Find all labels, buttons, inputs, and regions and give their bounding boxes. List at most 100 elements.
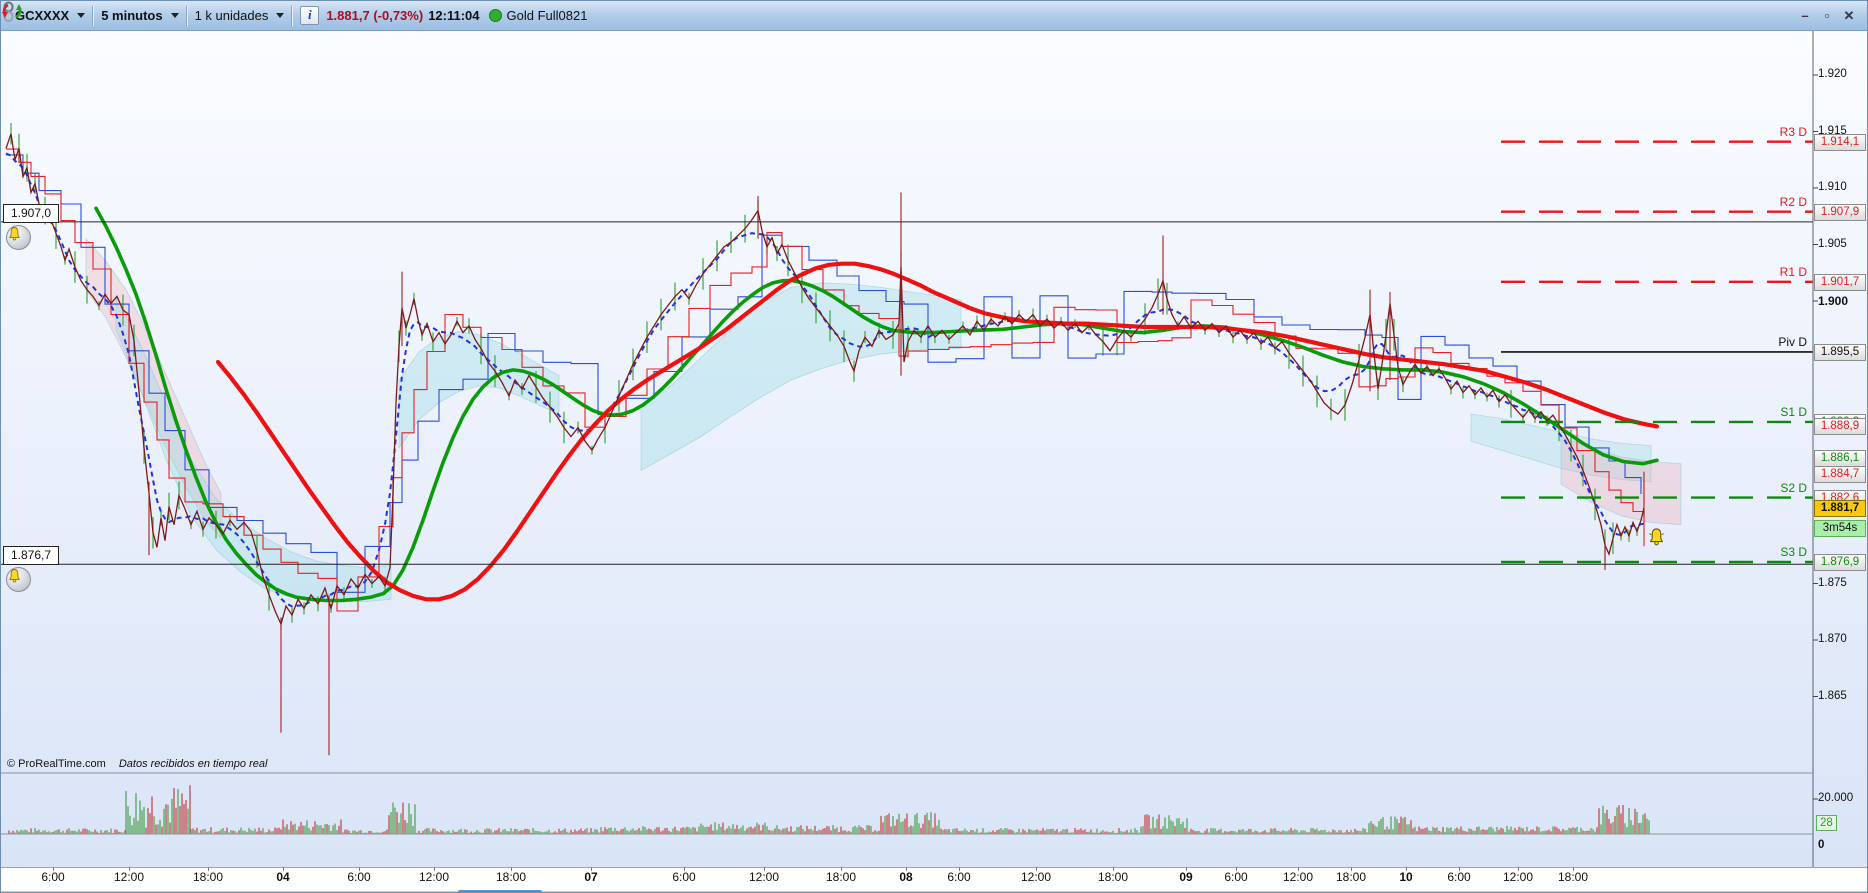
time-axis-tick xyxy=(434,867,435,871)
units-label: 1 k unidades xyxy=(194,8,269,23)
time-axis-tick xyxy=(1113,867,1114,871)
time-axis-label: 18:00 xyxy=(1335,870,1367,884)
quote-time: 12:11:04 xyxy=(428,8,480,23)
price-tick-label: 1.870 xyxy=(1818,633,1847,645)
volume-max-label: 20.000 xyxy=(1818,792,1854,804)
price-tick-label: 1.865 xyxy=(1818,689,1847,702)
chevron-down-icon xyxy=(170,13,179,18)
volume-zero-label: 0 xyxy=(1818,839,1825,851)
title-bar: GCXXXX 5 minutos 1 k unidades i 1.881,7 … xyxy=(1,1,1867,31)
time-axis-label: 12:00 xyxy=(418,870,450,884)
time-axis-tick xyxy=(208,867,209,871)
time-axis-label: 10 xyxy=(1399,870,1413,884)
chevron-down-icon xyxy=(276,13,285,18)
bar-countdown-badge: 3m54s xyxy=(1814,520,1866,538)
time-axis-label: 6:00 xyxy=(947,870,971,884)
copyright-text: © ProRealTime.com xyxy=(7,758,106,770)
minimize-button[interactable]: – xyxy=(1797,8,1813,24)
pivot-label: Piv D xyxy=(1778,334,1807,349)
pivot-label: S1 D xyxy=(1780,404,1807,419)
price-tick-label: 1.920 xyxy=(1818,68,1847,80)
pivot-label: R1 D xyxy=(1779,264,1807,279)
level-price-badge: 1.901,7 xyxy=(1814,273,1866,291)
level-price-badge: 1.907,9 xyxy=(1814,203,1866,221)
time-axis-tick xyxy=(1236,867,1237,871)
time-axis-label: 08 xyxy=(899,870,913,884)
level-price-badge: 1.876,9 xyxy=(1814,554,1866,572)
alarm-bell-icon xyxy=(9,569,20,583)
alarm-price-label: 1.907,0 xyxy=(3,203,59,223)
time-axis-label: 6:00 xyxy=(347,870,371,884)
time-axis-tick xyxy=(359,867,360,871)
time-axis-tick xyxy=(283,867,284,871)
feed-status-text: Datos recibidos en tiempo real xyxy=(118,758,268,770)
time-axis-tick xyxy=(764,867,765,871)
time-axis-tick xyxy=(591,867,592,871)
time-axis-tick xyxy=(1406,867,1407,871)
time-axis-label: 18:00 xyxy=(1097,870,1129,884)
price-tick-label: 1.875 xyxy=(1818,576,1847,589)
time-axis-tick xyxy=(1298,867,1299,871)
time-axis-label: 12:00 xyxy=(748,870,780,884)
time-axis-label: 18:00 xyxy=(495,870,527,884)
price-tick-label: 1.905 xyxy=(1818,237,1847,250)
time-axis-label: 04 xyxy=(276,870,290,884)
time-axis-label: 6:00 xyxy=(672,870,696,884)
info-icon[interactable]: i xyxy=(300,6,320,25)
last-price-badge: 1.881,7 xyxy=(1814,499,1866,517)
time-axis-tick xyxy=(1573,867,1574,871)
timeframe-label: 5 minutos xyxy=(101,8,163,23)
time-axis-label: 07 xyxy=(584,870,598,884)
level-price-badge: 1.914,1 xyxy=(1814,133,1866,151)
time-axis-tick xyxy=(511,867,512,871)
price-tick-label: 1.900 xyxy=(1818,294,1849,308)
time-axis-label: 6:00 xyxy=(1224,870,1248,884)
time-axis-tick xyxy=(1186,867,1187,871)
level-price-badge: 1.884,7 xyxy=(1814,465,1866,483)
pivot-label: R3 D xyxy=(1779,124,1807,139)
time-axis-label: 12:00 xyxy=(1282,870,1314,884)
chart-window: GCXXXX 5 minutos 1 k unidades i 1.881,7 … xyxy=(0,0,1868,893)
level-price-badge: 1.886,1 xyxy=(1814,450,1866,468)
pivot-label: S3 D xyxy=(1780,545,1807,560)
time-axis-tick xyxy=(684,867,685,871)
time-axis-tick xyxy=(1518,867,1519,871)
maximize-button[interactable]: ▫ xyxy=(1819,8,1835,24)
chart-canvas[interactable] xyxy=(1,31,1867,867)
realtime-status-icon xyxy=(488,9,502,22)
last-price-and-change: 1.881,7 (-0,73%) xyxy=(326,8,424,23)
time-axis-label: 12:00 xyxy=(1502,870,1534,884)
alarm-bell-button[interactable] xyxy=(6,224,31,250)
time-axis-label: 18:00 xyxy=(825,870,857,884)
volume-last-value-badge: 28 xyxy=(1816,815,1837,831)
time-axis-tick xyxy=(906,867,907,871)
pivot-label: R2 D xyxy=(1779,194,1807,209)
time-axis-label: 12:00 xyxy=(113,870,145,884)
symbol-dropdown[interactable]: GCXXXX xyxy=(15,8,86,23)
units-dropdown[interactable]: 1 k unidades xyxy=(195,8,285,23)
time-axis-label: 12:00 xyxy=(1020,870,1052,884)
copyright-line: © ProRealTime.com Datos recibidos en tie… xyxy=(7,758,267,770)
time-axis-label: 6:00 xyxy=(1447,870,1471,884)
chevron-down-icon xyxy=(77,13,86,18)
time-axis-tick xyxy=(841,867,842,871)
time-axis-tick xyxy=(1351,867,1352,871)
level-price-badge: 1.895,5 xyxy=(1814,343,1866,361)
close-button[interactable]: ✕ xyxy=(1841,8,1857,24)
toolbar-separator xyxy=(291,5,294,26)
alarm-bell-icon xyxy=(9,226,20,241)
toolbar-separator xyxy=(92,5,95,26)
symbol-label: GCXXXX xyxy=(15,8,70,23)
time-axis-label: 18:00 xyxy=(1557,870,1589,884)
time-axis-tick xyxy=(1036,867,1037,871)
time-axis-label: 09 xyxy=(1179,870,1193,884)
time-axis-tick xyxy=(959,867,960,871)
time-axis-tick xyxy=(1459,867,1460,871)
level-price-badge: 1.888,9 xyxy=(1814,418,1866,436)
time-axis-tick xyxy=(53,867,54,871)
time-axis-label: 6:00 xyxy=(41,870,65,884)
alarm-price-label: 1.876,7 xyxy=(3,546,59,566)
time-axis-tick xyxy=(129,867,130,871)
time-axis-label: 18:00 xyxy=(192,870,224,884)
timeframe-dropdown[interactable]: 5 minutos xyxy=(101,8,179,23)
